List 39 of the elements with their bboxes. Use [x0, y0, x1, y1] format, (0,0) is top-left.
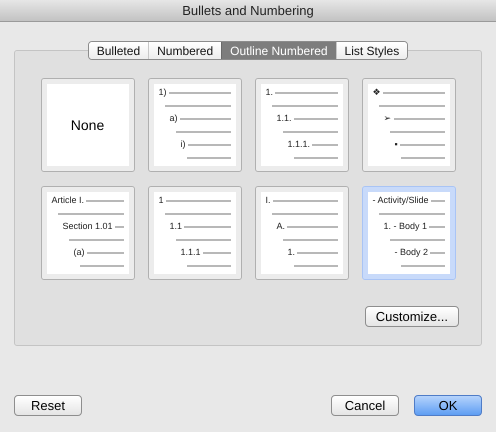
- window-title: Bullets and Numbering: [182, 2, 314, 20]
- level-marker: ▪: [394, 140, 398, 149]
- level-marker: ➢: [384, 114, 392, 123]
- level-marker: i): [180, 140, 186, 149]
- level-marker: A.: [276, 222, 286, 231]
- level-marker: I.: [266, 196, 271, 205]
- level-marker: 1.1.1: [180, 248, 201, 257]
- level-marker: 1.1: [170, 222, 182, 231]
- outline-style-tile[interactable]: - Activity/Slide 1. - Body 1 - Body 2: [362, 186, 456, 280]
- level-marker: 1.: [288, 248, 296, 257]
- dialog-button[interactable]: Cancel: [331, 395, 399, 416]
- outline-style-tile[interactable]: Article I. Section 1.01 (a): [40, 186, 134, 280]
- level-marker: 1.1.1.: [288, 140, 310, 149]
- level-marker: 1: [158, 196, 164, 205]
- outline-style-tile[interactable]: I. A. 1.: [254, 186, 348, 280]
- level-marker: Section 1.01: [62, 222, 113, 231]
- outline-style-tile[interactable]: 1) a) i): [148, 78, 242, 172]
- tab[interactable]: List Styles: [336, 42, 408, 59]
- level-marker: Article I.: [52, 196, 84, 205]
- outline-style-tile[interactable]: 1 1.1 1.1.1: [148, 186, 242, 280]
- level-marker: (a): [74, 248, 84, 257]
- level-marker: 1.: [266, 88, 274, 97]
- outline-style-tile[interactable]: ❖ ➢ ▪: [362, 78, 456, 172]
- level-marker: - Body 2: [394, 248, 428, 257]
- ok-button[interactable]: OK: [414, 395, 482, 416]
- level-marker: - Activity/Slide: [372, 196, 429, 205]
- level-marker: a): [170, 114, 178, 123]
- tab[interactable]: Numbered: [148, 42, 222, 59]
- none-label: None: [70, 116, 106, 134]
- tab[interactable]: Bulleted: [88, 42, 148, 59]
- level-marker: 1.1.: [276, 114, 292, 123]
- dialog-button[interactable]: Reset: [14, 395, 82, 416]
- tab[interactable]: Outline Numbered: [221, 42, 336, 59]
- level-marker: ❖: [372, 88, 380, 97]
- level-marker: 1. - Body 1: [384, 222, 428, 231]
- level-marker: 1): [158, 88, 167, 97]
- outline-style-tile[interactable]: None: [40, 78, 134, 172]
- customize-button[interactable]: Customize...: [364, 306, 459, 327]
- outline-style-tile[interactable]: 1.1.1. 1.1.1.: [254, 78, 348, 172]
